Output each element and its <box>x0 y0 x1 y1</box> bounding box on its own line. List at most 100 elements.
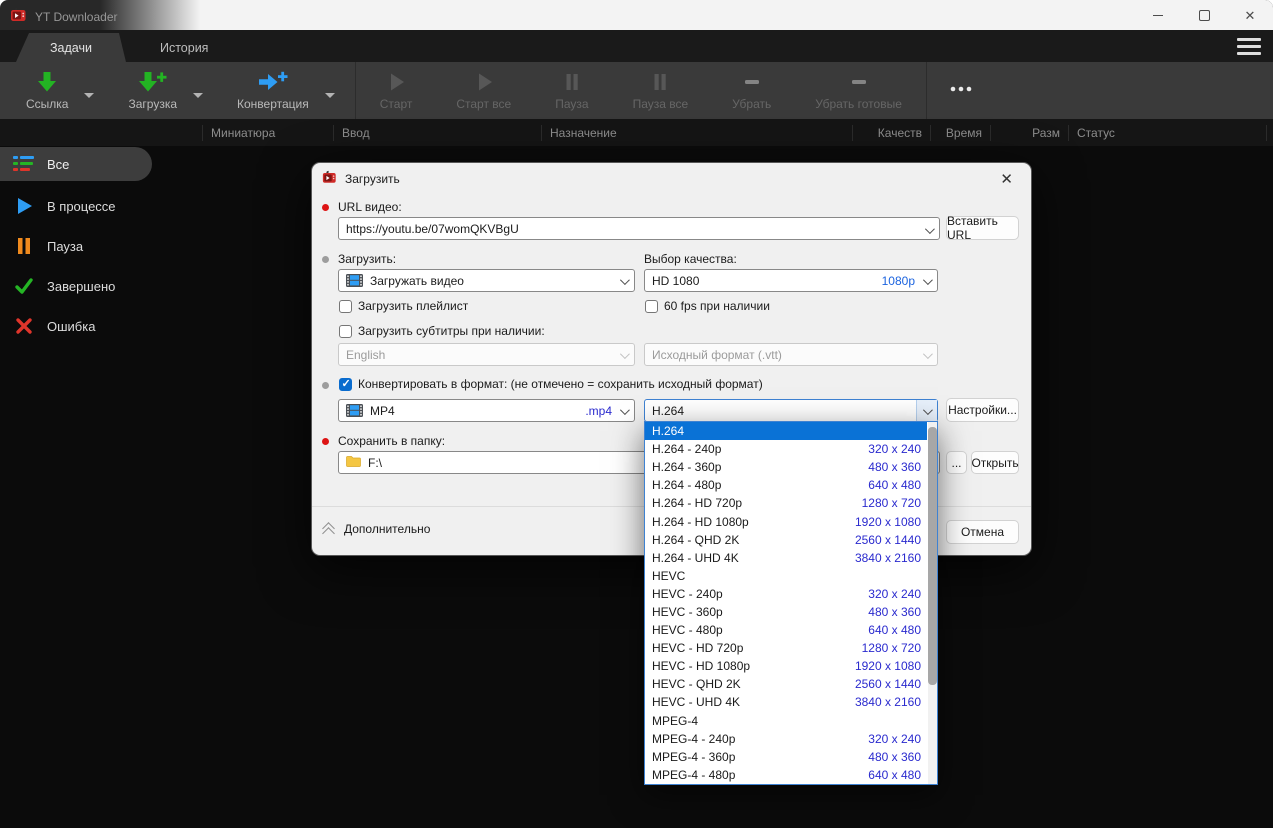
checkbox[interactable] <box>339 299 352 313</box>
codec-select[interactable]: H.264 <box>644 399 938 422</box>
checkbox[interactable] <box>339 324 352 338</box>
sidebar-item-all[interactable]: Все <box>0 147 152 181</box>
codec-option-MPEG-4[interactable]: MPEG-4 <box>645 712 927 730</box>
codec-option-HEVC - QHD 2K[interactable]: HEVC - QHD 2K 2560 x 1440 <box>645 675 927 693</box>
convert-checkbox[interactable]: Конвертировать в формат: (не отмечено = … <box>339 377 763 391</box>
sidebar-item-completed[interactable]: Завершено <box>0 266 200 306</box>
codec-option-HEVC - 360p[interactable]: HEVC - 360p 480 x 360 <box>645 603 927 621</box>
playlist-checkbox[interactable]: Загрузить плейлист <box>339 299 468 313</box>
toolbar-button-remove-completed[interactable]: Убрать готовые <box>793 62 924 119</box>
minimize-icon <box>1153 14 1163 16</box>
column-header[interactable]: Ввод <box>333 124 541 141</box>
sidebar-item-paused[interactable]: Пауза <box>0 226 200 266</box>
column-header[interactable]: Качеств <box>852 124 930 141</box>
codec-option-HEVC - 480p[interactable]: HEVC - 480p 640 x 480 <box>645 621 927 639</box>
codec-option-H.264 - UHD 4K[interactable]: H.264 - UHD 4K 3840 x 2160 <box>645 549 927 567</box>
tab-tasks[interactable]: Задачи <box>16 33 126 62</box>
sidebar: Все В процессе Пауза Завершено Ошибка <box>0 146 200 346</box>
chevron-down-icon <box>922 275 933 286</box>
toolbar-button-pause-all[interactable]: Пауза все <box>611 62 711 119</box>
codec-option-H.264 - 360p[interactable]: H.264 - 360p 480 x 360 <box>645 458 927 476</box>
sidebar-item-error[interactable]: Ошибка <box>0 306 200 346</box>
codec-option-HEVC[interactable]: HEVC <box>645 567 927 585</box>
minus-icon <box>741 71 763 94</box>
download-type-select[interactable]: Загружать видео <box>338 269 635 292</box>
codec-option-HEVC - HD 1080p[interactable]: HEVC - HD 1080p 1920 x 1080 <box>645 657 927 675</box>
paste-url-button[interactable]: Вставить URL <box>946 214 1019 242</box>
subtitles-checkbox[interactable]: Загрузить субтитры при наличии: <box>339 324 545 338</box>
checkbox[interactable] <box>339 377 352 391</box>
dropdown-caret-icon[interactable] <box>193 93 204 98</box>
tab-history[interactable]: История <box>126 33 242 62</box>
dropdown-caret-icon[interactable] <box>324 93 335 98</box>
toolbar-button-download[interactable]: Загрузка <box>112 62 193 119</box>
open-folder-button[interactable]: Открыть <box>971 451 1019 474</box>
blue-right-arrow-plus-icon <box>257 71 288 94</box>
toolbar-button-convert[interactable]: Конвертация <box>221 62 325 119</box>
subtitle-format-select: Исходный формат (.vtt) <box>644 343 938 366</box>
dialog-close-icon[interactable]: ✕ <box>996 168 1017 190</box>
toolbar-button-remove[interactable]: Убрать <box>710 62 793 119</box>
toolbar-button-link[interactable]: Ссылка <box>10 62 84 119</box>
settings-button[interactable]: Настройки... <box>946 398 1019 422</box>
url-input[interactable] <box>346 221 932 236</box>
task-list-header: Миниатюра Ввод Назначение Качеств Время … <box>0 119 1273 146</box>
toolbar-button-pause[interactable]: Пауза <box>533 62 610 119</box>
codec-option-MPEG-4 - 360p[interactable]: MPEG-4 - 360p 480 x 360 <box>645 748 927 766</box>
codec-option-HEVC - UHD 4K[interactable]: HEVC - UHD 4K 3840 x 2160 <box>645 693 927 711</box>
column-header[interactable]: Миниатюра <box>202 124 333 141</box>
dropdown-scrollbar-thumb[interactable] <box>928 427 937 685</box>
browse-button[interactable]: ... <box>946 451 967 474</box>
dialog-tv-icon <box>322 170 337 187</box>
required-bullet <box>322 204 329 211</box>
film-icon <box>346 404 363 417</box>
codec-option-H.264 - 240p[interactable]: H.264 - 240p 320 x 240 <box>645 440 927 458</box>
toolbar-button-start[interactable]: Старт <box>358 62 435 119</box>
toolbar-separator <box>354 62 356 119</box>
column-header[interactable]: Статус <box>1068 124 1267 141</box>
toolbar-button-start-all[interactable]: Старт все <box>434 62 533 119</box>
menu-icon[interactable] <box>1237 37 1261 56</box>
codec-option-H.264 - QHD 2K[interactable]: H.264 - QHD 2K 2560 x 1440 <box>645 531 927 549</box>
play-blue-icon <box>13 196 35 216</box>
codec-option-H.264 - 480p[interactable]: H.264 - 480p 640 x 480 <box>645 476 927 494</box>
toolbar-separator <box>925 62 927 119</box>
dialog-title: Загрузить <box>345 171 400 186</box>
container-format-select[interactable]: MP4 .mp4 <box>338 399 635 422</box>
toolbar-button-more[interactable] <box>929 62 993 119</box>
quality-badge: 1080p <box>881 273 915 288</box>
close-button[interactable]: ✕ <box>1227 0 1273 30</box>
dropdown-caret-icon[interactable] <box>84 93 95 98</box>
list-icon <box>13 155 35 173</box>
required-bullet <box>322 438 329 445</box>
quality-select[interactable]: HD 1080 1080p <box>644 269 938 292</box>
codec-option-MPEG-4 - 480p[interactable]: MPEG-4 - 480p 640 x 480 <box>645 766 927 784</box>
codec-option-H.264[interactable]: H.264 <box>645 422 927 441</box>
minus-icon <box>848 71 870 94</box>
cancel-button[interactable]: Отмена <box>946 520 1019 544</box>
container-extension: .mp4 <box>585 403 612 418</box>
checkbox[interactable] <box>645 299 658 313</box>
download-label: Загрузить: <box>338 252 397 266</box>
codec-option-HEVC - 240p[interactable]: HEVC - 240p 320 x 240 <box>645 585 927 603</box>
codec-option-H.264 - HD 720p[interactable]: H.264 - HD 720p 1280 x 720 <box>645 494 927 512</box>
codec-option-HEVC - HD 720p[interactable]: HEVC - HD 720p 1280 x 720 <box>645 639 927 657</box>
minimize-button[interactable] <box>1135 0 1181 30</box>
chevron-down-icon <box>619 275 630 286</box>
film-icon <box>346 274 363 287</box>
tab-bar: Задачи История <box>0 30 1273 62</box>
column-header[interactable]: Назначение <box>541 124 852 141</box>
maximize-button[interactable] <box>1181 0 1227 30</box>
codec-option-H.264 - HD 1080p[interactable]: H.264 - HD 1080p 1920 x 1080 <box>645 512 927 530</box>
advanced-toggle[interactable]: Дополнительно <box>322 522 430 540</box>
subtitle-language-select: English <box>338 343 635 366</box>
fps-checkbox[interactable]: 60 fps при наличии <box>645 299 770 313</box>
column-header[interactable]: Разм <box>990 124 1068 141</box>
green-down-arrow-icon <box>34 71 60 94</box>
cross-red-icon <box>13 316 35 336</box>
window-title: YT Downloader <box>35 10 118 24</box>
codec-option-MPEG-4 - 240p[interactable]: MPEG-4 - 240p 320 x 240 <box>645 730 927 748</box>
column-header[interactable]: Время <box>930 124 990 141</box>
sidebar-item-in-progress[interactable]: В процессе <box>0 186 200 226</box>
app-tv-icon <box>10 7 27 27</box>
